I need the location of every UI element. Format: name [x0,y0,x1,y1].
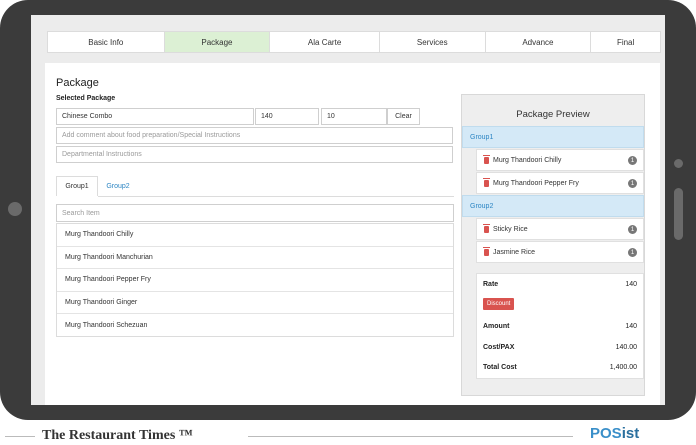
tablet-frame: Basic Info Package Ala Carte Services Ad… [0,0,696,420]
amount-value: 140 [625,323,637,330]
cost-pax-label: Cost/PAX [483,344,515,351]
group-tab-2[interactable]: Group2 [98,176,138,196]
page-title: Package [56,77,99,89]
tab-advance[interactable]: Advance [486,32,592,52]
package-qty-input[interactable]: 10 [321,108,387,125]
package-preview: Package Preview Group1 Murg Thandoori Ch… [461,94,645,396]
package-name-input[interactable]: Chinese Combo [56,108,254,125]
tab-ala-carte[interactable]: Ala Carte [270,32,380,52]
rate-row: Rate 140 [483,281,637,288]
list-item[interactable]: Murg Thandoori Schezuan [57,314,453,337]
list-item[interactable]: Murg Thandoori Pepper Fry [57,269,453,292]
rate-label: Rate [483,281,499,288]
amount-label: Amount [483,323,510,330]
trash-icon[interactable] [483,224,490,233]
selected-package-label: Selected Package [56,95,116,102]
preview-summary: Rate 140 Discount Amount 140 Cost/PAX 14… [476,273,644,379]
count-badge: 1 [628,248,637,257]
trash-icon[interactable] [483,178,490,187]
count-badge: 1 [628,225,637,234]
preview-title: Package Preview [516,109,590,120]
amount-row: Amount 140 [483,323,637,330]
total-cost-label: Total Cost [483,364,517,371]
preview-item-label: Jasmine Rice [493,248,536,256]
preview-item: Murg Thandoori Pepper Fry 1 [476,172,644,194]
preview-item-label: Murg Thandoori Chilly [493,156,562,164]
search-placeholder: Search Item [62,209,100,217]
preview-item: Murg Thandoori Chilly 1 [476,149,644,171]
logo-pos: POS [590,425,622,442]
footer-divider-right [248,436,573,437]
departmental-input[interactable]: Departmental Instructions [56,146,453,163]
group-tab-1[interactable]: Group1 [56,176,98,196]
list-item[interactable]: Murg Thandoori Chilly [57,224,453,247]
tab-final[interactable]: Final [591,32,660,52]
count-badge: 1 [628,179,637,188]
list-item[interactable]: Murg Thandoori Ginger [57,292,453,315]
comment-placeholder: Add comment about food preparation/Speci… [62,132,241,139]
trash-icon[interactable] [483,155,490,164]
item-list: Murg Thandoori Chilly Murg Thandoori Man… [56,223,454,337]
footer-divider-left [5,436,35,437]
side-button [674,188,683,240]
departmental-placeholder: Departmental Instructions [62,151,142,158]
total-cost-row: Total Cost 1,400.00 [483,364,637,371]
preview-group-2: Group2 [462,195,644,217]
preview-group-1: Group1 [462,126,644,148]
count-badge: 1 [628,156,637,165]
wizard-tabs: Basic Info Package Ala Carte Services Ad… [47,31,661,53]
preview-item: Jasmine Rice 1 [476,241,644,263]
discount-button[interactable]: Discount [483,298,515,310]
trash-icon[interactable] [483,247,490,256]
clear-button[interactable]: Clear [387,108,420,125]
cost-pax-value: 140.00 [615,344,637,351]
tab-package[interactable]: Package [164,32,271,52]
package-rate-input[interactable]: 140 [255,108,319,125]
preview-item-label: Sticky Rice [493,225,528,233]
tab-services[interactable]: Services [380,32,486,52]
list-item[interactable]: Murg Thandoori Manchurian [57,247,453,270]
preview-item-label: Murg Thandoori Pepper Fry [493,179,579,187]
cost-pax-row: Cost/PAX 140.00 [483,344,637,351]
group-tab-divider [98,196,454,197]
total-cost-value: 1,400.00 [609,364,637,371]
preview-item: Sticky Rice 1 [476,218,644,240]
posist-logo: POSist [590,425,639,442]
rate-value: 140 [625,281,637,288]
home-button[interactable] [8,202,22,216]
comment-input[interactable]: Add comment about food preparation/Speci… [56,127,453,144]
search-item-input[interactable]: Search Item [56,204,454,222]
logo-ist: ist [621,425,640,442]
footer-brand: The Restaurant Times ™ [42,428,193,443]
screen: Basic Info Package Ala Carte Services Ad… [31,15,665,405]
camera-icon [674,159,683,168]
tab-basic-info[interactable]: Basic Info [48,32,165,52]
